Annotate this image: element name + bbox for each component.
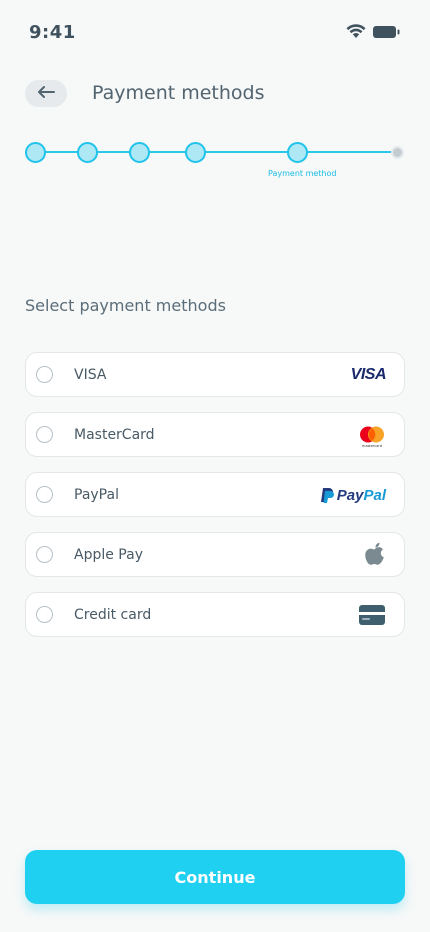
credit-card-icon [358,602,386,628]
status-time: 9:41 [29,22,76,43]
payment-option-label: VISA [74,367,107,383]
step-caption: Payment method [268,169,337,178]
payment-methods-list: VISA VISA MasterCard mastercard PayPal P… [25,352,405,652]
payment-option-label: PayPal [74,487,119,503]
mastercard-logo: mastercard [358,424,386,450]
step-3 [129,142,150,163]
step-1 [25,142,46,163]
step-final [391,146,404,159]
step-2 [77,142,98,163]
radio-button[interactable] [36,486,53,503]
payment-option-mastercard[interactable]: MasterCard mastercard [25,412,405,457]
status-icons [346,24,400,43]
battery-icon [372,24,400,43]
step-4 [185,142,206,163]
radio-button[interactable] [36,366,53,383]
continue-button[interactable]: Continue [25,850,405,904]
paypal-logo: Pay Pal [320,482,386,508]
visa-logo: VISA [350,366,387,383]
progress-stepper: Payment method [0,135,430,185]
apple-icon [364,542,386,568]
page-title: Payment methods [92,82,265,104]
wifi-icon [346,24,366,43]
payment-option-label: MasterCard [74,427,155,443]
step-5-active [287,142,308,163]
radio-button[interactable] [36,606,53,623]
payment-option-label: Credit card [74,607,152,623]
payment-option-credit-card[interactable]: Credit card [25,592,405,637]
section-title: Select payment methods [25,296,226,315]
back-button[interactable] [25,80,67,107]
payment-option-visa[interactable]: VISA VISA [25,352,405,397]
payment-option-apple-pay[interactable]: Apple Pay [25,532,405,577]
status-bar: 9:41 [0,0,430,64]
payment-option-label: Apple Pay [74,547,143,563]
radio-button[interactable] [36,546,53,563]
radio-button[interactable] [36,426,53,443]
arrow-left-icon [36,84,56,103]
payment-option-paypal[interactable]: PayPal Pay Pal [25,472,405,517]
